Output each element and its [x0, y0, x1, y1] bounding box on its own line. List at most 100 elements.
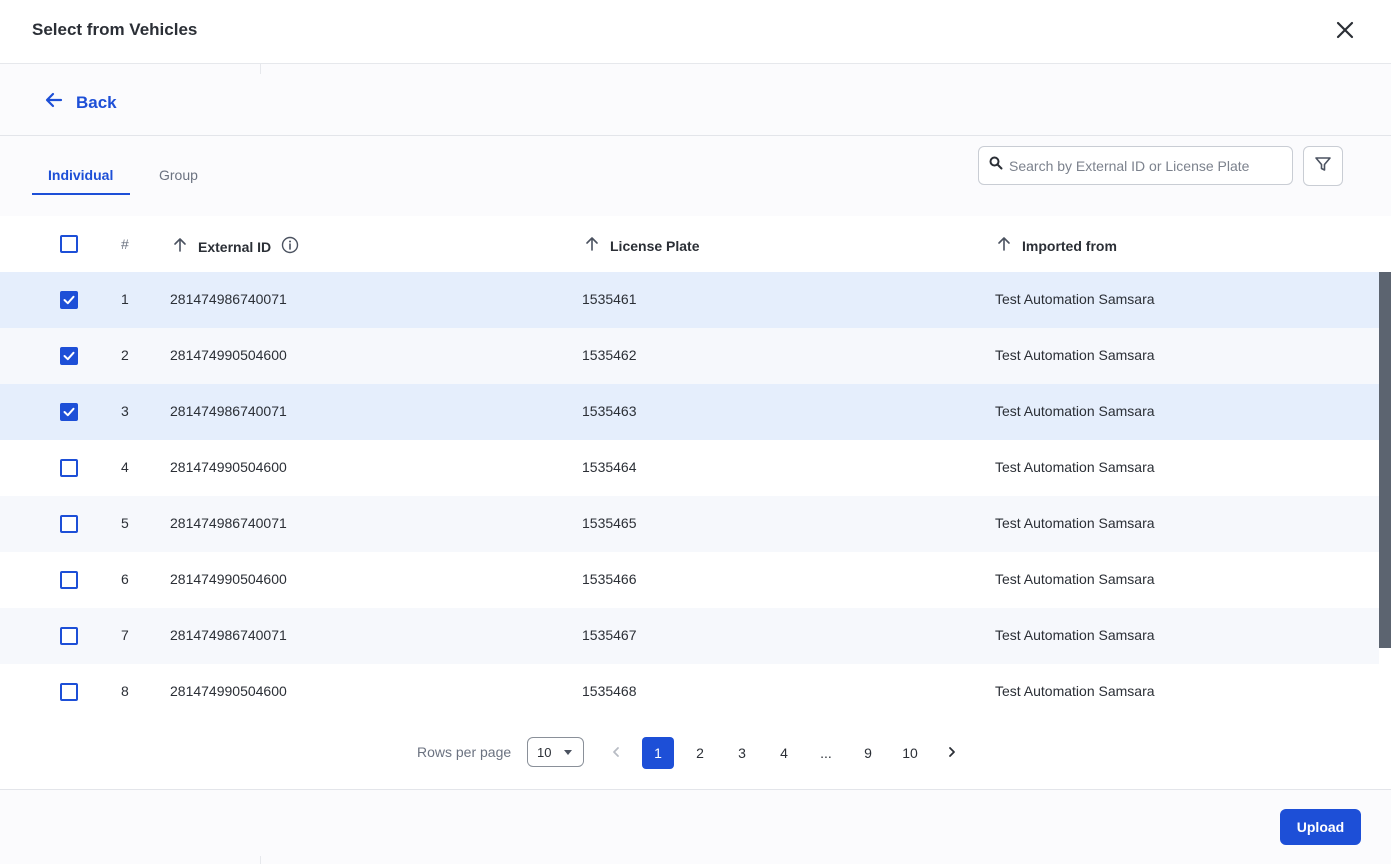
column-license-plate[interactable]: License Plate: [584, 236, 700, 255]
column-number: #: [121, 236, 129, 252]
page-ellipsis: ...: [820, 745, 832, 761]
page-button-3[interactable]: 3: [726, 737, 758, 769]
cell-imported-from: Test Automation Samsara: [995, 403, 1155, 419]
cell-external-id: 281474990504600: [170, 571, 287, 587]
table-header: # External ID License Plate Imported fro…: [0, 216, 1391, 272]
table-row[interactable]: 5 281474986740071 1535465 Test Automatio…: [0, 496, 1379, 552]
cell-imported-from: Test Automation Samsara: [995, 515, 1155, 531]
cell-imported-from: Test Automation Samsara: [995, 571, 1155, 587]
search-input[interactable]: [1009, 157, 1289, 174]
table-row[interactable]: 1 281474986740071 1535461 Test Automatio…: [0, 272, 1379, 328]
row-index: 5: [121, 515, 129, 531]
table-row[interactable]: 4 281474990504600 1535464 Test Automatio…: [0, 440, 1379, 496]
filter-icon: [1314, 155, 1332, 178]
page-button-1[interactable]: 1: [642, 737, 674, 769]
column-label: External ID: [198, 238, 272, 255]
rows-per-page-select[interactable]: 10: [527, 737, 584, 767]
table-scrollbar[interactable]: [1379, 272, 1391, 648]
row-checkbox[interactable]: [60, 627, 78, 645]
page-button-2[interactable]: 2: [684, 737, 716, 769]
rows-per-page-value: 10: [537, 744, 552, 760]
row-checkbox[interactable]: [60, 515, 78, 533]
cell-imported-from: Test Automation Samsara: [995, 459, 1155, 475]
table-body: 1 281474986740071 1535461 Test Automatio…: [0, 272, 1379, 720]
tab-group[interactable]: Group: [159, 167, 198, 183]
cell-imported-from: Test Automation Samsara: [995, 291, 1155, 307]
divider: [260, 64, 261, 74]
back-button[interactable]: Back: [44, 90, 117, 115]
prev-page-button[interactable]: [600, 737, 632, 769]
table-row[interactable]: 2 281474990504600 1535462 Test Automatio…: [0, 328, 1379, 384]
search-box[interactable]: [978, 146, 1293, 185]
cell-license-plate: 1535465: [582, 515, 637, 531]
table-row[interactable]: 7 281474986740071 1535467 Test Automatio…: [0, 608, 1379, 664]
cell-imported-from: Test Automation Samsara: [995, 627, 1155, 643]
cell-license-plate: 1535463: [582, 403, 637, 419]
tab-individual[interactable]: Individual: [48, 167, 113, 183]
arrow-left-icon: [44, 90, 64, 115]
caret-down-icon: [564, 750, 572, 755]
filter-button[interactable]: [1303, 146, 1343, 186]
cell-external-id: 281474986740071: [170, 291, 287, 307]
cell-license-plate: 1535466: [582, 571, 637, 587]
cell-external-id: 281474990504600: [170, 683, 287, 699]
sort-arrow-up-icon[interactable]: [584, 236, 600, 255]
active-tab-indicator: [32, 193, 130, 195]
row-index: 3: [121, 403, 129, 419]
next-page-button[interactable]: [936, 737, 968, 769]
dialog-header: Select from Vehicles: [0, 0, 1391, 64]
table-row[interactable]: 6 281474990504600 1535466 Test Automatio…: [0, 552, 1379, 608]
row-index: 8: [121, 683, 129, 699]
back-label: Back: [76, 92, 117, 112]
chevron-right-icon: [946, 745, 958, 761]
sort-arrow-up-icon[interactable]: [996, 236, 1012, 255]
info-icon[interactable]: [281, 236, 299, 257]
row-checkbox[interactable]: [60, 403, 78, 421]
row-checkbox[interactable]: [60, 459, 78, 477]
close-icon[interactable]: [1333, 18, 1357, 42]
page-button-10[interactable]: 10: [894, 737, 926, 769]
row-index: 7: [121, 627, 129, 643]
pagination: Rows per page 10 1 2 3 4 ... 9 10: [0, 720, 1391, 788]
cell-external-id: 281474986740071: [170, 403, 287, 419]
search-icon: [989, 156, 1003, 175]
page-button-9[interactable]: 9: [852, 737, 884, 769]
column-label: License Plate: [610, 237, 700, 254]
cell-external-id: 281474990504600: [170, 459, 287, 475]
row-checkbox[interactable]: [60, 347, 78, 365]
row-checkbox[interactable]: [60, 683, 78, 701]
cell-license-plate: 1535467: [582, 627, 637, 643]
column-external-id[interactable]: External ID: [172, 236, 299, 257]
upload-button[interactable]: Upload: [1280, 809, 1361, 845]
back-bar: Back: [0, 64, 1391, 136]
cell-license-plate: 1535462: [582, 347, 637, 363]
row-index: 2: [121, 347, 129, 363]
chevron-left-icon: [610, 745, 622, 761]
cell-external-id: 281474986740071: [170, 627, 287, 643]
cell-external-id: 281474990504600: [170, 347, 287, 363]
rows-per-page-label: Rows per page: [417, 744, 512, 760]
row-index: 1: [121, 291, 129, 307]
row-checkbox[interactable]: [60, 291, 78, 309]
row-index: 4: [121, 459, 129, 475]
column-imported-from[interactable]: Imported from: [996, 236, 1117, 255]
dialog-title: Select from Vehicles: [32, 20, 198, 39]
cell-license-plate: 1535468: [582, 683, 637, 699]
cell-imported-from: Test Automation Samsara: [995, 347, 1155, 363]
cell-license-plate: 1535464: [582, 459, 637, 475]
select-all-checkbox[interactable]: [60, 235, 78, 253]
table-row[interactable]: 3 281474986740071 1535463 Test Automatio…: [0, 384, 1379, 440]
cell-imported-from: Test Automation Samsara: [995, 683, 1155, 699]
column-label: Imported from: [1022, 237, 1117, 254]
cell-external-id: 281474986740071: [170, 515, 287, 531]
dialog-footer: Upload: [0, 789, 1391, 864]
cell-license-plate: 1535461: [582, 291, 637, 307]
row-index: 6: [121, 571, 129, 587]
tabs-bar: Individual Group: [0, 136, 1391, 216]
vehicle-select-dialog: Select from Vehicles Back Individual Gro…: [0, 0, 1391, 864]
page-button-4[interactable]: 4: [768, 737, 800, 769]
row-checkbox[interactable]: [60, 571, 78, 589]
table-row[interactable]: 8 281474990504600 1535468 Test Automatio…: [0, 664, 1379, 720]
divider: [260, 856, 261, 864]
sort-arrow-up-icon[interactable]: [172, 237, 188, 256]
